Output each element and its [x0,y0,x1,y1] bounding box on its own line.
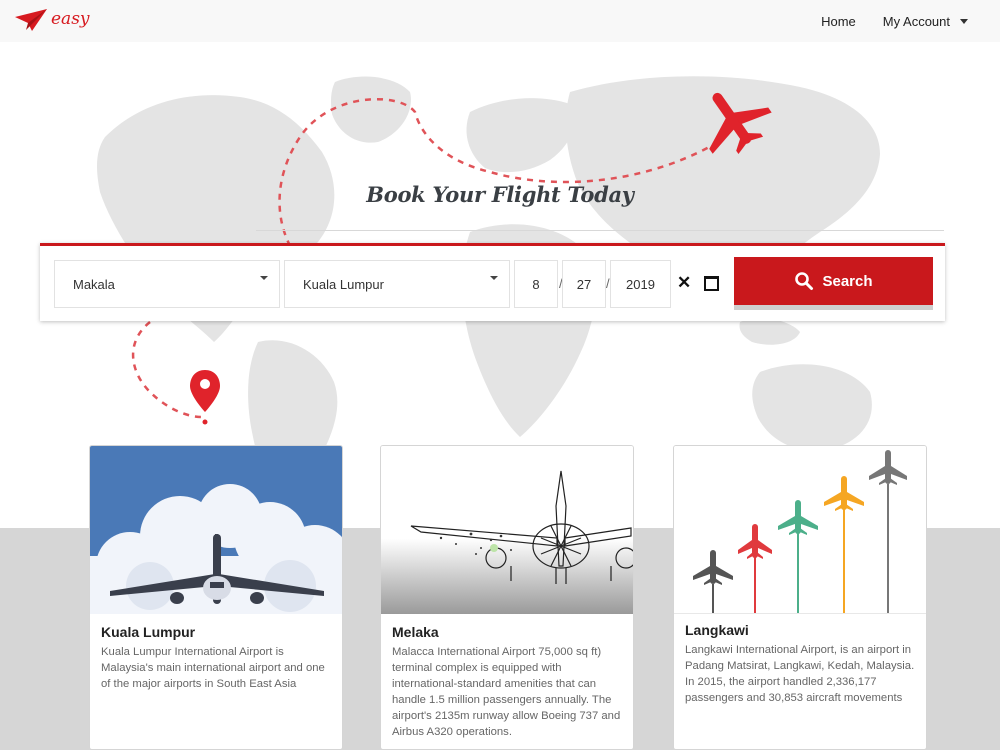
kuala-lumpur-image [90,446,342,614]
melaka-image [381,446,633,614]
caret-down-icon [960,18,968,24]
caret-down-icon [490,276,498,280]
title-divider [256,230,944,231]
date-year-input[interactable]: 2019 [610,260,671,308]
date-month-input[interactable]: 8 [514,260,558,308]
origin-select[interactable]: Makala [54,260,280,308]
card-description: Kuala Lumpur International Airport is Ma… [101,646,325,690]
card-title: Melaka [392,624,439,640]
nav-home-link[interactable]: Home [821,14,856,29]
ascending-airplanes-illustration [693,450,907,613]
destination-card-kuala-lumpur[interactable]: Kuala Lumpur Kuala Lumpur International … [89,445,343,750]
nav-my-account-label: My Account [882,13,950,29]
card-title: Kuala Lumpur [101,624,196,640]
brand-name: easy [51,9,90,29]
card-title: Langkawi [685,622,749,638]
destination-select[interactable]: Kuala Lumpur [284,260,510,308]
nav-my-account-dropdown[interactable]: My Account [883,14,968,29]
airplane-clouds-illustration [90,484,342,614]
search-icon [795,272,814,290]
search-button[interactable]: Search [734,257,933,310]
caret-down-icon [260,276,268,280]
origin-value: Makala [73,276,115,292]
destination-card-melaka[interactable]: Melaka Malacca International Airport 75,… [380,445,634,750]
clear-date-icon[interactable]: ✕ [677,274,691,291]
langkawi-image [674,446,926,614]
destination-card-langkawi[interactable]: Langkawi Langkawi International Airport,… [673,445,927,750]
flight-search-panel: Makala Kuala Lumpur 8 / 27 / 2019 ✕ Sear… [40,243,945,321]
page-title: Book Your Flight Today [366,182,634,207]
calendar-icon[interactable] [704,276,719,291]
card-description: Langkawi International Airport, is an ai… [685,644,915,704]
navbar: easy Home My Account [0,0,1000,42]
brand-logo[interactable]: easy [14,8,90,34]
wireframe-airplane-illustration [410,470,633,584]
card-description: Malacca International Airport 75,000 sq … [392,646,621,738]
paper-plane-icon [15,9,47,31]
destination-value: Kuala Lumpur [303,276,384,292]
date-day-input[interactable]: 27 [562,260,606,308]
search-button-label: Search [822,272,873,290]
location-pin-icon [190,370,220,425]
